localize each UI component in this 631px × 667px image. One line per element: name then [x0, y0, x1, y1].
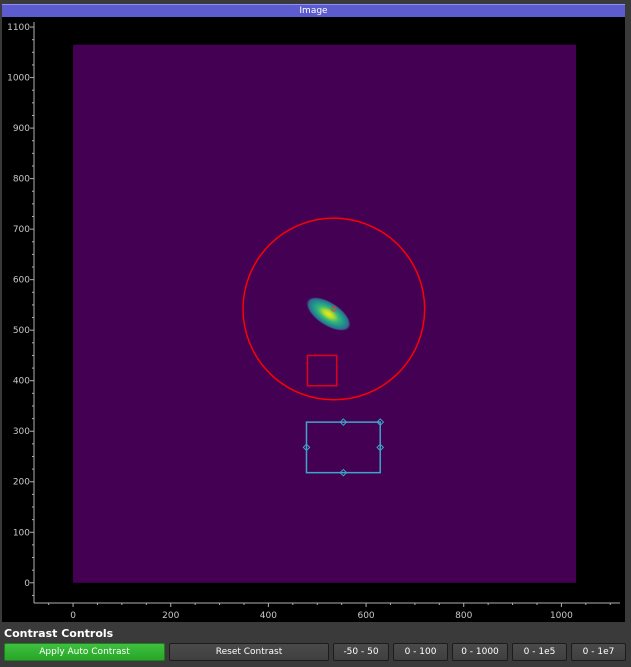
y-axis: 0 100 200 300 400 500 600 700 800 900 1000 1100: [7, 22, 35, 603]
image-plot[interactable]: 0 200 400 600 800 1000 0 100 200 300 400 500 600 700…: [2, 17, 625, 622]
y-tick-label: 0: [24, 579, 30, 589]
reset-contrast-button[interactable]: Reset Contrast: [169, 643, 329, 661]
y-tick-label: 100: [13, 528, 30, 538]
y-tick-label: 400: [13, 377, 30, 387]
range-neg50-50-button[interactable]: -50 - 50: [333, 643, 389, 661]
x-axis: 0 200 400 600 800 1000: [34, 602, 620, 621]
range-0-1e5-button[interactable]: 0 - 1e5: [512, 643, 567, 661]
image-plot-canvas[interactable]: 0 200 400 600 800 1000 0 100 200 300 400 500 600 700…: [2, 17, 625, 622]
x-tick-label: 200: [162, 611, 179, 621]
y-tick-label: 300: [13, 427, 30, 437]
y-tick-label: 700: [13, 225, 30, 235]
window-title: Image: [299, 6, 328, 16]
x-tick-label: 800: [455, 611, 472, 621]
window-title-bar: Image: [2, 4, 625, 17]
y-tick-label: 800: [13, 175, 30, 185]
range-0-1e7-button[interactable]: 0 - 1e7: [571, 643, 626, 661]
x-tick-label: 600: [357, 611, 374, 621]
range-0-100-button[interactable]: 0 - 100: [393, 643, 448, 661]
y-tick-label: 500: [13, 326, 30, 336]
y-tick-label: 600: [13, 276, 30, 286]
range-0-1000-button[interactable]: 0 - 1000: [452, 643, 508, 661]
x-tick-label: 400: [260, 611, 277, 621]
contrast-controls-title: Contrast Controls: [4, 627, 114, 640]
y-tick-label: 1000: [7, 74, 30, 84]
x-tick-label: 1000: [550, 611, 573, 621]
y-tick-label: 900: [13, 124, 30, 134]
y-tick-label: 200: [13, 478, 30, 488]
apply-auto-contrast-button[interactable]: Apply Auto Contrast: [4, 643, 165, 661]
x-tick-label: 0: [70, 611, 76, 621]
y-tick-label: 1100: [7, 23, 30, 33]
